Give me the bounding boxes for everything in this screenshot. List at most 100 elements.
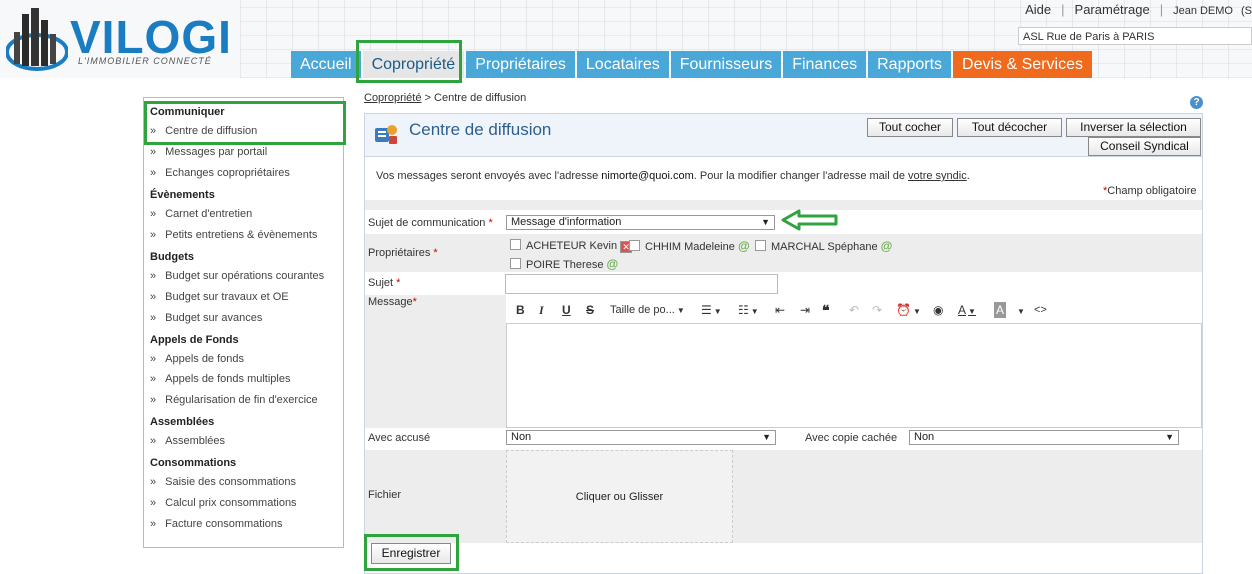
chevron-right-icon: » [150,497,157,509]
owner-marchal[interactable]: MARCHAL Spéphane @ [755,239,892,253]
italic-button[interactable]: I [539,302,544,318]
redo-icon[interactable]: ↷ [872,302,882,318]
help-icon[interactable]: ? [1190,96,1203,109]
file-row-bg [365,450,1202,543]
dropdown-arrow-icon: ▼ [762,432,771,442]
ack-select[interactable]: Non ▼ [506,430,776,445]
owner-chhim[interactable]: CHHIM Madeleine @ [629,239,750,253]
sidebar-item-facture-consommations[interactable]: » Facture consommations [150,518,283,530]
code-view-icon[interactable]: <> [1034,302,1047,318]
subject-type-select[interactable]: Message d'information ▼ [506,215,775,230]
sidebar-section-appels-de-fonds: Appels de Fonds [150,334,239,346]
invert-selection-button[interactable]: Inverser la sélection [1066,118,1201,137]
file-label: Fichier [368,489,402,501]
nav-finances[interactable]: Finances [783,51,867,78]
main-nav: Accueil Copropriété Propriétaires Locata… [291,51,1094,78]
file-dropzone[interactable]: Cliquer ou Glisser [506,450,733,543]
nav-rapports[interactable]: Rapports [868,51,952,78]
bcc-select[interactable]: Non ▼ [909,430,1179,445]
dropdown-arrow-icon: ▼ [761,217,770,227]
sidebar-item-carnet-entretien[interactable]: » Carnet d'entretien [150,208,252,220]
undo-icon[interactable]: ↶ [849,302,859,318]
email-at-icon: @ [737,239,750,253]
text-color-icon[interactable]: A ▼ [958,302,976,320]
sidebar-section-consommations: Consommations [150,457,237,469]
sidebar-item-calcul-prix[interactable]: » Calcul prix consommations [150,497,297,509]
nav-proprietaires[interactable]: Propriétaires [466,51,575,78]
sidebar-item-appels-de-fonds[interactable]: » Appels de fonds [150,353,244,365]
sidebar-item-budget-avances[interactable]: » Budget sur avances [150,312,262,324]
site-select[interactable]: ASL Rue de Paris à PARIS [1018,27,1252,45]
alarm-clock-icon[interactable]: ⏰ ▼ [896,302,921,320]
message-label: Message* [368,296,417,308]
sidebar-section-communiquer: Communiquer [150,106,225,118]
nav-accueil[interactable]: Accueil [291,51,361,78]
email-at-icon: @ [880,239,893,253]
syndic-link[interactable]: votre syndic [908,170,967,182]
sidebar-item-regularisation[interactable]: » Régularisation de fin d'exercice [150,394,318,406]
chevron-right-icon: » [150,435,157,447]
checkbox[interactable] [510,239,521,250]
numbered-list-icon[interactable]: ☷ ▼ [738,302,759,320]
breadcrumb-link-copropriete[interactable]: Copropriété [364,92,421,104]
chevron-right-icon: » [150,270,157,282]
underline-button[interactable]: U [562,302,571,318]
quote-icon[interactable]: ❝ [822,302,830,318]
background-color-icon[interactable]: A [994,302,1007,318]
uncheck-all-button[interactable]: Tout décocher [957,118,1062,137]
sidebar-item-assemblees[interactable]: » Assemblées [150,435,225,447]
sidebar: Communiquer » Centre de diffusion » Messag… [143,97,344,548]
user-name[interactable]: Jean DEMO [1173,5,1233,17]
checkbox[interactable] [629,240,640,251]
sidebar-item-messages-par-portail[interactable]: » Messages par portail [150,146,267,158]
font-size-dropdown[interactable]: Taille de po... ▼ [610,302,685,319]
sidebar-item-petits-entretiens[interactable]: » Petits entretiens & évènements [150,229,317,241]
owner-poire[interactable]: POIRE Therese @ [510,257,618,271]
check-all-button[interactable]: Tout cocher [867,118,953,137]
save-button[interactable]: Enregistrer [371,543,451,564]
logo-subtitle: L'IMMOBILIER CONNECTÉ [78,56,212,66]
checkbox[interactable] [755,240,766,251]
nav-locataires[interactable]: Locataires [576,51,669,78]
email-at-icon: @ [606,257,619,271]
owner-acheteur[interactable]: ACHETEUR Kevin ✕ [510,239,633,253]
sidebar-item-saisie-consommations[interactable]: » Saisie des consommations [150,476,296,488]
nav-copropriete[interactable]: Copropriété [362,51,465,78]
chevron-right-icon: » [150,353,157,365]
sidebar-item-budget-operations[interactable]: » Budget sur opérations courantes [150,270,324,282]
ack-label: Avec accusé [368,432,431,444]
chevron-right-icon: » [150,146,157,158]
owners-label: Propriétaires * [368,247,438,259]
preview-eye-icon[interactable]: ◉ [933,302,943,318]
bold-button[interactable]: B [516,302,525,318]
sidebar-item-budget-travaux[interactable]: » Budget sur travaux et OE [150,291,289,303]
chevron-right-icon: » [150,373,157,385]
message-editor[interactable] [506,323,1202,428]
chevron-right-icon: » [150,125,157,137]
strikethrough-button[interactable]: S [586,302,594,318]
caret-down-icon[interactable]: ▼ [1015,302,1025,320]
conseil-syndical-button[interactable]: Conseil Syndical [1088,137,1201,156]
sidebar-item-echanges[interactable]: » Echanges copropriétaires [150,167,290,179]
caret-down-icon: ▼ [912,307,921,316]
indent-icon[interactable]: ⇥ [800,302,810,318]
breadcrumb-current: Centre de diffusion [434,92,527,104]
subject-type-label: Sujet de communication * [368,217,493,229]
chevron-right-icon: » [150,167,157,179]
nav-devis-services[interactable]: Devis & Services [953,51,1092,78]
sidebar-item-appels-multiples[interactable]: » Appels de fonds multiples [150,373,290,385]
panel-title: Centre de diffusion [409,120,552,139]
sidebar-section-budgets: Budgets [150,251,194,263]
checkbox[interactable] [510,258,521,269]
settings-link[interactable]: Paramétrage [1075,2,1150,17]
nav-fournisseurs[interactable]: Fournisseurs [670,51,782,78]
sender-info: Vos messages seront envoyés avec l'adres… [376,170,970,182]
subject-input[interactable] [505,274,778,294]
user-extra: (S [1241,5,1252,17]
sidebar-item-centre-de-diffusion[interactable]: » Centre de diffusion [150,125,257,137]
sidebar-section-evenements: Évènements [150,189,215,201]
outdent-icon[interactable]: ⇤ [775,302,785,318]
dropdown-arrow-icon: ▼ [1165,432,1174,442]
help-link[interactable]: Aide [1025,2,1051,17]
bullet-list-icon[interactable]: ☰ ▼ [701,302,722,320]
